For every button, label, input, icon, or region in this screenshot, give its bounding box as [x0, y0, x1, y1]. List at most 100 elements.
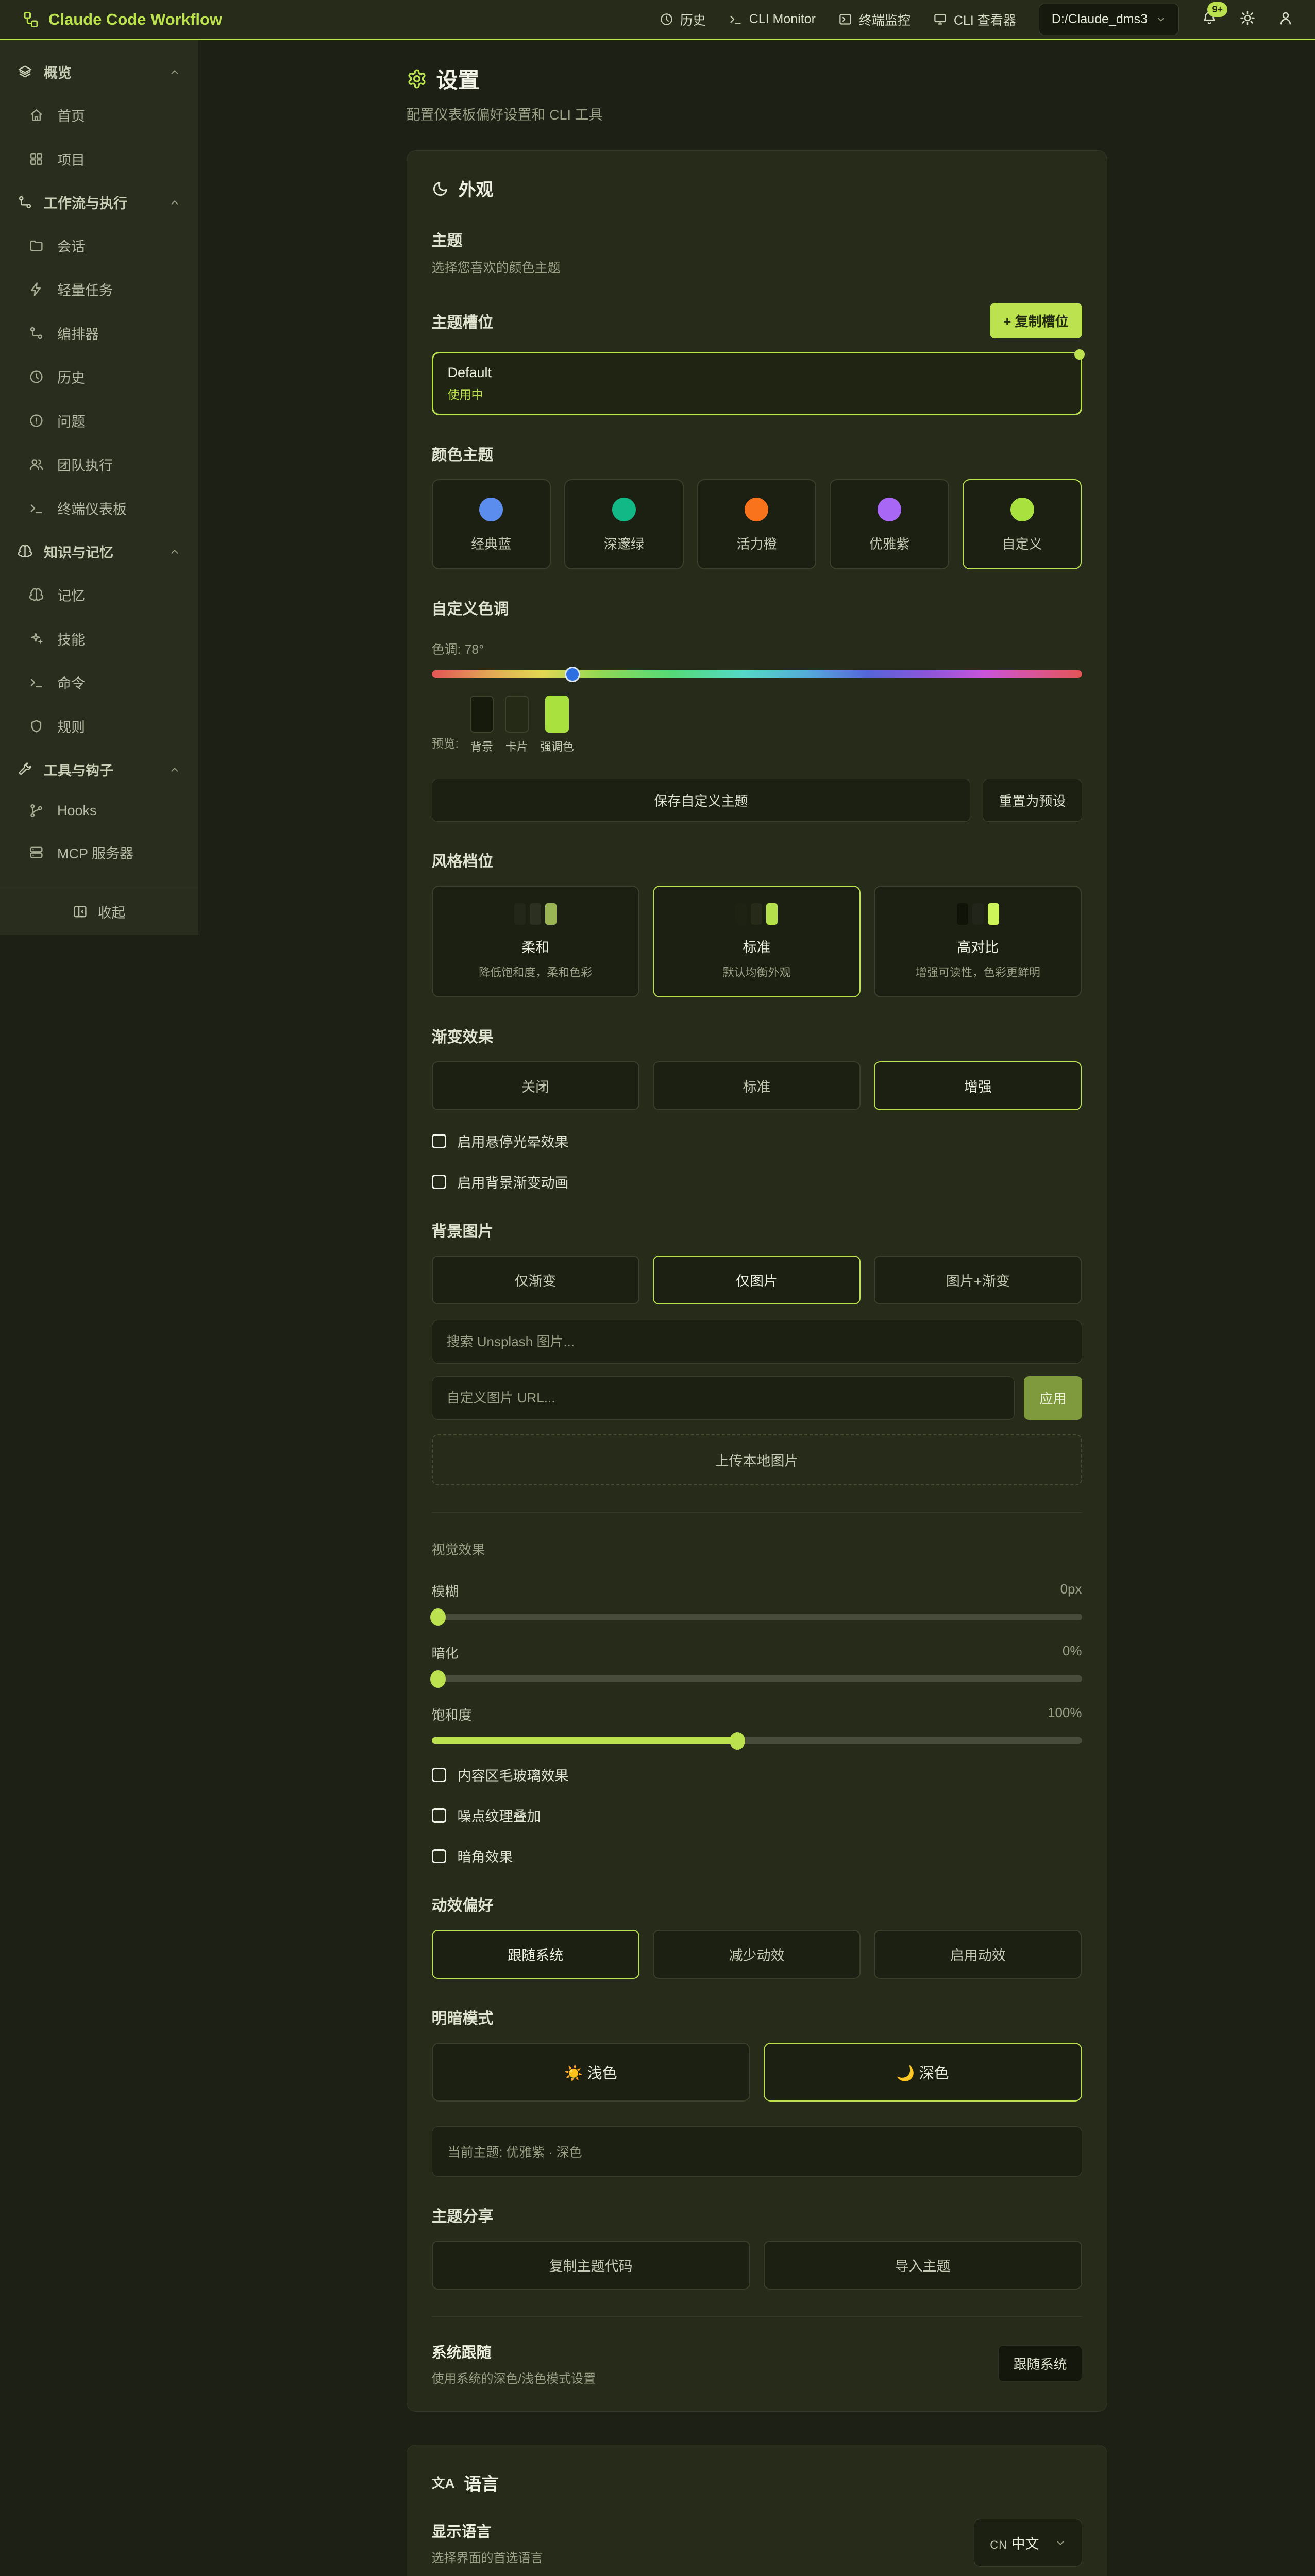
apply-url-button[interactable]: 应用 [1024, 1376, 1082, 1420]
custom-image-url-input[interactable] [432, 1376, 1015, 1420]
copy-theme-code-button[interactable]: 复制主题代码 [432, 2241, 750, 2290]
blur-slider-thumb[interactable] [430, 1608, 446, 1626]
sidebar-item-sessions[interactable]: 会话 [0, 224, 198, 267]
bg-mode-image-only[interactable]: 仅图片 [653, 1256, 861, 1304]
color-option-deep-green[interactable]: 深邃绿 [564, 479, 684, 569]
style-option-standard[interactable]: 标准 默认均衡外观 [653, 886, 861, 997]
style-option-desc: 默认均衡外观 [664, 963, 849, 980]
sidebar-item-home[interactable]: 首页 [0, 93, 198, 137]
color-option-classic-blue[interactable]: 经典蓝 [432, 479, 551, 569]
chevron-up-icon [169, 66, 180, 78]
style-option-soft[interactable]: 柔和 降低饱和度，柔和色彩 [432, 886, 639, 997]
color-option-elegant-purple[interactable]: 优雅紫 [830, 479, 949, 569]
sidebar-item-label: 会话 [57, 235, 85, 256]
sidebar-collapse-button[interactable]: 收起 [0, 888, 198, 935]
brain-icon [18, 544, 32, 559]
gradient-option-off[interactable]: 关闭 [432, 1061, 639, 1110]
glass-effect-checkbox-row[interactable]: 内容区毛玻璃效果 [432, 1765, 1082, 1785]
gradient-option-enhanced[interactable]: 增强 [874, 1061, 1082, 1110]
sidebar-item-terminal-dashboard[interactable]: 终端仪表板 [0, 486, 198, 530]
style-option-high-contrast[interactable]: 高对比 增强可读性，色彩更鲜明 [874, 886, 1082, 997]
sidebar-item-label: 编排器 [57, 323, 99, 343]
checkbox[interactable] [432, 1134, 446, 1148]
sidebar-item-light-tasks[interactable]: 轻量任务 [0, 267, 198, 311]
sidebar-group-workflow[interactable]: 工作流与执行 [0, 181, 198, 224]
sidebar-item-projects[interactable]: 项目 [0, 137, 198, 181]
motion-follow-system[interactable]: 跟随系统 [432, 1930, 639, 1979]
noise-texture-checkbox-row[interactable]: 噪点纹理叠加 [432, 1805, 1082, 1825]
reset-preset-button[interactable]: 重置为预设 [983, 779, 1082, 822]
checkbox[interactable] [432, 1768, 446, 1782]
sidebar-item-label: 团队执行 [57, 454, 113, 474]
sidebar-item-label: 终端仪表板 [57, 498, 127, 518]
wrench-icon [18, 762, 32, 777]
hover-glow-checkbox-row[interactable]: 启用悬停光晕效果 [432, 1131, 1082, 1151]
sidebar-item-issues[interactable]: 问题 [0, 399, 198, 443]
monitor-icon [933, 12, 947, 26]
display-language-select[interactable]: CN 中文 [974, 2519, 1082, 2567]
moon-icon [432, 180, 449, 197]
saturation-value: 100% [1048, 1705, 1082, 1724]
color-swatch [1010, 498, 1034, 521]
motion-reduced[interactable]: 减少动效 [653, 1930, 861, 1979]
darken-slider-thumb[interactable] [430, 1670, 446, 1688]
checkbox[interactable] [432, 1175, 446, 1189]
upload-local-image-button[interactable]: 上传本地图片 [432, 1434, 1082, 1485]
user-menu-button[interactable] [1278, 10, 1293, 28]
color-option-vivid-orange[interactable]: 活力橙 [697, 479, 817, 569]
nav-cli-viewer[interactable]: CLI 查看器 [933, 10, 1016, 29]
save-custom-theme-button[interactable]: 保存自定义主题 [432, 779, 971, 822]
mode-dark-button[interactable]: 🌙 深色 [764, 2043, 1082, 2102]
vignette-checkbox-row[interactable]: 暗角效果 [432, 1846, 1082, 1866]
nav-history[interactable]: 历史 [660, 10, 706, 29]
sidebar-group-knowledge[interactable]: 知识与记忆 [0, 530, 198, 573]
import-theme-button[interactable]: 导入主题 [764, 2241, 1082, 2290]
nav-terminal-monitor[interactable]: 终端监控 [838, 10, 911, 29]
sidebar-item-mcp-servers[interactable]: MCP 服务器 [0, 831, 198, 874]
system-follow-button[interactable]: 跟随系统 [998, 2345, 1082, 2382]
bg-gradient-anim-checkbox-row[interactable]: 启用背景渐变动画 [432, 1172, 1082, 1192]
mode-light-button[interactable]: ☀️ 浅色 [432, 2043, 750, 2102]
sidebar-item-team-execution[interactable]: 团队执行 [0, 443, 198, 486]
sidebar-item-commands[interactable]: 命令 [0, 660, 198, 704]
project-selector[interactable]: D:/Claude_dms3 [1039, 4, 1179, 35]
sidebar-group-overview[interactable]: 概览 [0, 50, 198, 93]
display-language-title: 显示语言 [432, 2520, 543, 2541]
darken-slider[interactable] [432, 1675, 1082, 1682]
light-dark-mode-label: 明暗模式 [432, 2006, 1082, 2028]
zap-icon [29, 282, 44, 297]
copy-slot-button[interactable]: + 复制槽位 [990, 303, 1082, 338]
sidebar-group-tools[interactable]: 工具与钩子 [0, 748, 198, 791]
motion-enabled[interactable]: 启用动效 [874, 1930, 1082, 1979]
sparkles-icon [29, 631, 44, 646]
panel-left-close-icon [73, 904, 88, 919]
theme-slot-card[interactable]: Default 使用中 [432, 352, 1082, 415]
sidebar-item-label: 轻量任务 [57, 279, 113, 299]
notifications-button[interactable]: 9+ [1202, 10, 1217, 28]
sidebar-item-hooks[interactable]: Hooks [0, 791, 198, 831]
visual-effects-label: 视觉效果 [432, 1539, 1082, 1558]
saturation-slider-thumb[interactable] [730, 1732, 745, 1750]
checkbox[interactable] [432, 1849, 446, 1863]
sidebar-item-skills[interactable]: 技能 [0, 617, 198, 660]
chevron-up-icon [169, 546, 180, 557]
nav-cli-monitor[interactable]: CLI Monitor [729, 12, 816, 27]
color-option-custom[interactable]: 自定义 [963, 479, 1082, 569]
hue-slider-thumb[interactable] [565, 667, 580, 682]
color-option-label: 活力橙 [703, 534, 811, 553]
theme-toggle-button[interactable] [1240, 10, 1255, 28]
blur-slider[interactable] [432, 1614, 1082, 1620]
checkbox[interactable] [432, 1808, 446, 1823]
unsplash-search-input[interactable] [432, 1320, 1082, 1364]
bg-mode-gradient-only[interactable]: 仅渐变 [432, 1256, 639, 1304]
sidebar-item-orchestrator[interactable]: 编排器 [0, 311, 198, 355]
sidebar-item-rules[interactable]: 规则 [0, 704, 198, 748]
color-option-label: 优雅紫 [836, 534, 943, 553]
hue-slider[interactable] [432, 670, 1082, 678]
saturation-slider[interactable] [432, 1737, 1082, 1744]
color-swatch [745, 498, 768, 521]
bg-mode-image-gradient[interactable]: 图片+渐变 [874, 1256, 1082, 1304]
gradient-option-standard[interactable]: 标准 [653, 1061, 861, 1110]
sidebar-item-memory[interactable]: 记忆 [0, 573, 198, 617]
sidebar-item-history[interactable]: 历史 [0, 355, 198, 399]
